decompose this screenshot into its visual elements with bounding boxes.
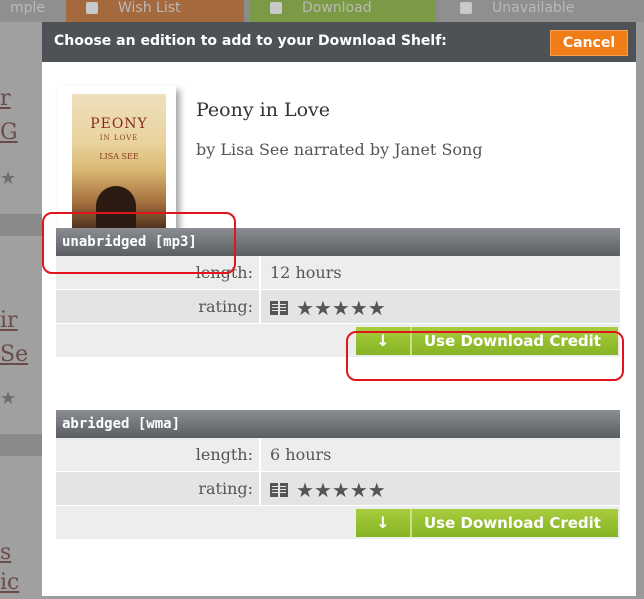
background-tab-bar: mple Wish List Download Unavailable bbox=[0, 0, 644, 22]
use-download-credit-label: Use Download Credit bbox=[424, 514, 601, 532]
edition-abridged-wma: abridged [wma] length: 6 hours rating: ★… bbox=[56, 410, 620, 540]
background-fragment: G bbox=[0, 120, 18, 145]
background-tab-label: Download bbox=[302, 0, 372, 16]
length-value: 6 hours bbox=[270, 445, 332, 464]
star-icon: ★ bbox=[331, 296, 350, 320]
background-star-icon: ★ bbox=[0, 388, 17, 409]
background-bar bbox=[0, 214, 42, 236]
use-download-credit-label: Use Download Credit bbox=[424, 332, 601, 350]
use-download-credit-button[interactable]: ↓ Use Download Credit bbox=[356, 327, 618, 355]
rating-stars: ★★★★★ bbox=[270, 296, 386, 320]
background-fragment: ir bbox=[0, 308, 18, 333]
cover-subtitle: IN LOVE bbox=[99, 134, 139, 142]
rating-label: rating: bbox=[56, 290, 261, 324]
star-icon: ★ bbox=[296, 296, 314, 320]
star-icon: ★ bbox=[349, 296, 368, 320]
book-byline: by Lisa See narrated by Janet Song bbox=[196, 140, 483, 159]
book-icon bbox=[270, 301, 288, 315]
cancel-button[interactable]: Cancel bbox=[550, 30, 628, 56]
clock-icon bbox=[460, 2, 472, 14]
background-tab-label: Wish List bbox=[118, 0, 181, 16]
rating-row: rating: ★★★★★ bbox=[56, 290, 620, 324]
cover-title: PEONY bbox=[90, 116, 148, 132]
length-row: length: 12 hours bbox=[56, 256, 620, 290]
background-star-icon: ★ bbox=[0, 168, 17, 189]
book-icon bbox=[270, 483, 288, 497]
dialog-header: Choose an edition to add to your Downloa… bbox=[42, 22, 636, 62]
use-download-credit-button[interactable]: ↓ Use Download Credit bbox=[356, 509, 618, 537]
background-fragment: Se bbox=[0, 342, 29, 367]
star-icon: ★ bbox=[313, 478, 332, 502]
download-icon bbox=[270, 2, 282, 14]
book-title: Peony in Love bbox=[196, 99, 331, 121]
background-fragment: r bbox=[0, 86, 11, 111]
rating-label: rating: bbox=[56, 472, 261, 506]
edition-dialog: Choose an edition to add to your Downloa… bbox=[42, 22, 636, 596]
background-tab-sample: mple bbox=[0, 0, 66, 22]
background-tab-label: Unavailable bbox=[492, 0, 575, 16]
edition-header: unabridged [mp3] bbox=[56, 228, 620, 256]
length-label: length: bbox=[56, 256, 261, 290]
star-icon: ★ bbox=[367, 478, 386, 502]
book-cover-art: PEONY IN LOVE LISA SEE bbox=[72, 94, 166, 234]
background-bar bbox=[0, 434, 42, 456]
action-row: ↓ Use Download Credit bbox=[56, 324, 620, 358]
action-row: ↓ Use Download Credit bbox=[56, 506, 620, 540]
background-tab-unavailable: Unavailable bbox=[440, 0, 644, 22]
star-icon: ★ bbox=[296, 478, 314, 502]
book-cover: PEONY IN LOVE LISA SEE bbox=[58, 86, 176, 236]
edition-unabridged-mp3: unabridged [mp3] length: 12 hours rating… bbox=[56, 228, 620, 358]
edition-header: abridged [wma] bbox=[56, 410, 620, 438]
background-tab-download: Download bbox=[250, 0, 436, 22]
star-icon: ★ bbox=[313, 296, 332, 320]
heart-icon bbox=[86, 2, 98, 14]
rating-stars: ★★★★★ bbox=[270, 478, 386, 502]
background-fragment: ic bbox=[0, 570, 20, 595]
background-fragment: s bbox=[0, 540, 12, 565]
cover-author: LISA SEE bbox=[99, 152, 139, 161]
star-icon: ★ bbox=[349, 478, 368, 502]
dialog-title: Choose an edition to add to your Downloa… bbox=[54, 33, 447, 49]
background-tab-wish-list: Wish List bbox=[66, 0, 244, 22]
background-left-column: r G ★ ir Se ★ s ic bbox=[0, 22, 42, 599]
rating-row: rating: ★★★★★ bbox=[56, 472, 620, 506]
star-icon: ★ bbox=[331, 478, 350, 502]
cover-figure bbox=[96, 186, 136, 234]
star-icon: ★ bbox=[367, 296, 386, 320]
background-right-edge bbox=[636, 22, 644, 599]
length-label: length: bbox=[56, 438, 261, 472]
background-tab-label: mple bbox=[10, 0, 46, 16]
length-value: 12 hours bbox=[270, 263, 342, 282]
download-arrow-icon: ↓ bbox=[356, 509, 412, 537]
length-row: length: 6 hours bbox=[56, 438, 620, 472]
download-arrow-icon: ↓ bbox=[356, 327, 412, 355]
